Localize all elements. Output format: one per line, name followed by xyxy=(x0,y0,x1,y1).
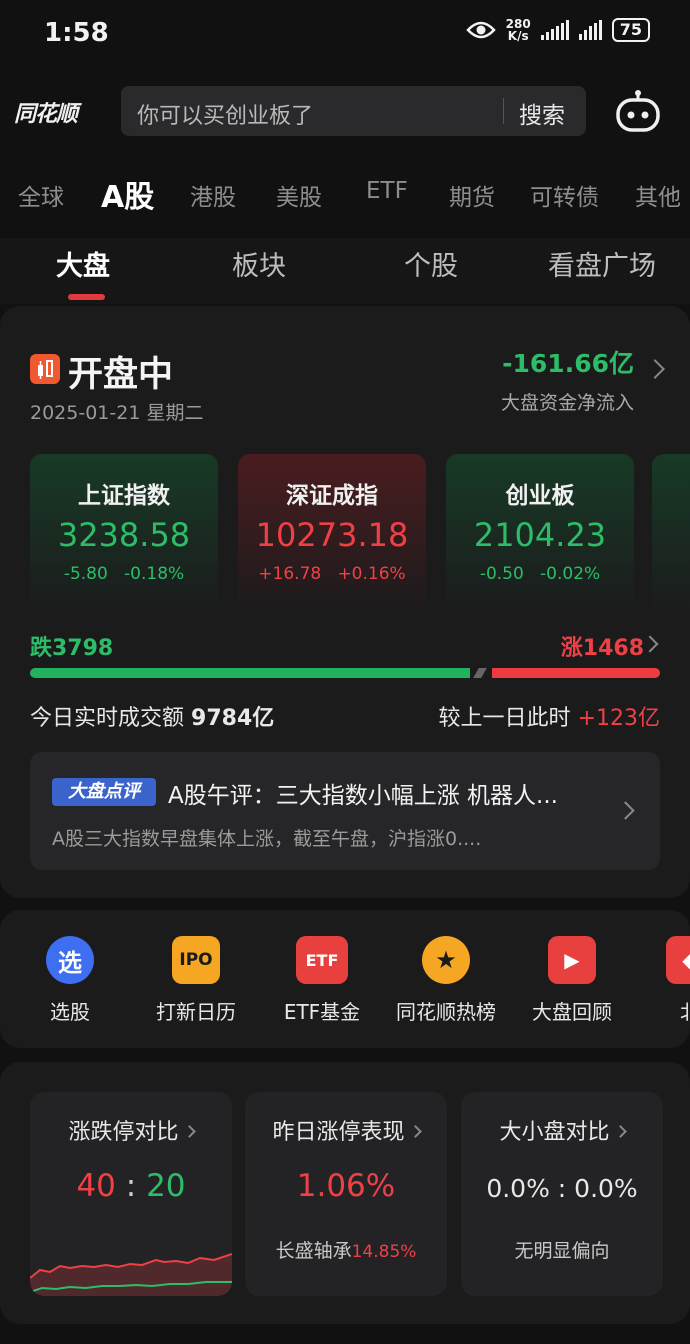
market-tabs: 全球 A股 港股 美股 ETF 期货 可转债 其他 xyxy=(0,172,690,216)
quick-entry-label: 北 xyxy=(628,996,690,1025)
north-fund-icon: ◆ xyxy=(666,936,690,984)
turnover-compare-value: +123亿 xyxy=(577,706,660,731)
eye-icon xyxy=(465,21,496,39)
net-flow-value[interactable]: -161.66亿 xyxy=(502,344,634,380)
fall-bar xyxy=(30,668,470,678)
select-stock-icon: 选 xyxy=(46,936,94,984)
turnover: 今日实时成交额 9784亿 xyxy=(30,706,275,731)
index-change: -5.80 -0.18% xyxy=(63,564,185,584)
index-value: 10273.18 xyxy=(255,516,409,554)
limit-compare-values: 40 : 20 xyxy=(76,1168,186,1204)
tab-watch-square[interactable]: 看盘广场 xyxy=(548,244,656,283)
review-badge: 大盘点评 xyxy=(52,778,156,806)
index-name: 上证指数 xyxy=(78,483,170,509)
search-input[interactable]: 你可以买创业板了 xyxy=(137,98,313,130)
index-change: +16.78 +0.16% xyxy=(258,564,406,584)
index-value: 3238.58 xyxy=(57,516,191,554)
quick-entry-market-replay[interactable]: ▶ 大盘回顾 xyxy=(510,936,634,1025)
quick-entry-label: 选股 xyxy=(50,1000,90,1024)
tab-others[interactable]: 其他 xyxy=(635,178,681,212)
index-card-partial[interactable] xyxy=(652,454,690,614)
flat-bar xyxy=(473,668,487,678)
size-compare-title: 大小盘对比 xyxy=(461,1114,663,1146)
quick-entry-north-fund[interactable]: ◆ 北 xyxy=(628,936,690,1025)
quick-entry-ipo-calendar[interactable]: IPO 打新日历 xyxy=(134,936,258,1025)
ipo-calendar-icon: IPO xyxy=(172,936,220,984)
search-bar[interactable]: 你可以买创业板了 搜索 xyxy=(121,86,586,136)
limit-trend-sparkline xyxy=(30,1253,232,1296)
sub-tabs: 大盘 板块 个股 看盘广场 xyxy=(0,238,690,304)
index-card-shenzhen[interactable]: 深证成指 10273.18 +16.78 +0.16% xyxy=(238,454,426,614)
tab-hk-stocks[interactable]: 港股 xyxy=(190,178,236,212)
quick-entry-select-stock[interactable]: 选 选股 xyxy=(8,936,132,1025)
chevron-right-icon[interactable] xyxy=(641,635,659,653)
app-logo[interactable]: 同花顺 xyxy=(14,96,78,128)
quick-entry-hot-list[interactable]: ★ 同花顺热榜 xyxy=(384,936,508,1025)
yesterday-limit-value: 1.06% xyxy=(296,1168,396,1204)
tab-etf[interactable]: ETF xyxy=(366,178,408,204)
market-replay-icon: ▶ xyxy=(548,936,596,984)
tab-convertible-bonds[interactable]: 可转债 xyxy=(530,178,599,212)
turnover-value: 9784亿 xyxy=(191,706,275,731)
yesterday-limit-title: 昨日涨停表现 xyxy=(245,1114,447,1146)
market-stats-card: 涨跌停对比 40 : 20 昨日涨停表现 1.06% 长盛轴承14.85% 大小… xyxy=(0,1062,690,1324)
quick-entry-label: 大盘回顾 xyxy=(532,1000,612,1024)
quick-entry-label: 打新日历 xyxy=(156,1000,236,1024)
quick-entry-etf[interactable]: ETF ETF基金 xyxy=(260,936,384,1025)
review-title[interactable]: A股午评：三大指数小幅上涨 机器人... xyxy=(168,776,558,810)
tab-individual-stocks[interactable]: 个股 xyxy=(404,244,458,283)
signal-2-icon xyxy=(578,20,602,40)
quick-entry-label: 同花顺热榜 xyxy=(396,1000,496,1024)
net-flow-label[interactable]: 大盘资金净流入 xyxy=(501,388,634,415)
fall-count[interactable]: 跌3798 xyxy=(30,630,113,662)
chevron-right-icon[interactable] xyxy=(645,359,665,379)
market-status-title: 开盘中 xyxy=(68,355,174,395)
tab-us-stocks[interactable]: 美股 xyxy=(276,178,322,212)
tab-sectors[interactable]: 板块 xyxy=(232,244,286,283)
chevron-right-icon xyxy=(613,1125,627,1138)
market-date: 2025-01-21 星期二 xyxy=(30,402,204,424)
status-icons: 280 K/s 75 xyxy=(465,17,650,43)
limit-compare-title: 涨跌停对比 xyxy=(30,1114,232,1146)
tab-global[interactable]: 全球 xyxy=(18,178,64,212)
status-time: 1:58 xyxy=(44,18,109,48)
yesterday-limit-stock: 长盛轴承14.85% xyxy=(275,1240,417,1262)
candlestick-icon xyxy=(30,354,60,384)
rise-fall-ratio-bar xyxy=(30,668,660,678)
quick-entry-label: ETF基金 xyxy=(283,1000,361,1024)
review-summary[interactable]: A股三大指数早盘集体上涨，截至午盘，沪指涨0.... xyxy=(52,824,481,851)
chevron-right-icon[interactable] xyxy=(616,801,635,820)
market-review-banner[interactable]: 大盘点评 A股午评：三大指数小幅上涨 机器人... A股三大指数早盘集体上涨，截… xyxy=(30,752,660,870)
robot-assistant-icon[interactable] xyxy=(614,90,662,134)
hot-list-icon: ★ xyxy=(422,936,470,984)
index-card-shanghai[interactable]: 上证指数 3238.58 -5.80 -0.18% xyxy=(30,454,218,614)
search-button[interactable]: 搜索 xyxy=(519,96,565,130)
chevron-right-icon xyxy=(408,1125,422,1138)
index-card-chinext[interactable]: 创业板 2104.23 -0.50 -0.02% xyxy=(446,454,634,614)
index-name: 深证成指 xyxy=(286,483,378,509)
index-change: -0.50 -0.02% xyxy=(479,564,601,584)
tab-futures[interactable]: 期货 xyxy=(449,178,495,212)
rise-bar xyxy=(492,668,660,678)
battery-icon: 75 xyxy=(611,18,650,42)
chevron-right-icon xyxy=(182,1125,196,1138)
search-divider xyxy=(503,98,504,124)
net-speed: 280 K/s xyxy=(505,17,531,43)
active-tab-indicator xyxy=(68,294,105,300)
index-value: 2104.23 xyxy=(473,516,607,554)
signal-1-icon xyxy=(540,20,569,40)
market-overview-card: 开盘中 2025-01-21 星期二 -161.66亿 大盘资金净流入 上证指数… xyxy=(0,306,690,898)
tab-a-shares[interactable]: A股 xyxy=(101,172,154,216)
yesterday-limit-card[interactable]: 昨日涨停表现 1.06% 长盛轴承14.85% xyxy=(245,1092,447,1296)
size-compare-note: 无明显偏向 xyxy=(514,1240,610,1262)
size-compare-value: 0.0% : 0.0% xyxy=(486,1174,638,1203)
turnover-compare: 较上一日此时 +123亿 xyxy=(438,706,660,731)
rise-count[interactable]: 涨1468 xyxy=(561,630,644,662)
index-name: 创业板 xyxy=(505,483,575,509)
limit-compare-card[interactable]: 涨跌停对比 40 : 20 xyxy=(30,1092,232,1296)
size-compare-card[interactable]: 大小盘对比 0.0% : 0.0% 无明显偏向 xyxy=(461,1092,663,1296)
etf-icon: ETF xyxy=(296,936,348,984)
tab-market-overview[interactable]: 大盘 xyxy=(56,244,110,283)
quick-entry-card: 选 选股 IPO 打新日历 ETF ETF基金 ★ 同花顺热榜 ▶ 大盘回顾 ◆… xyxy=(0,910,690,1048)
